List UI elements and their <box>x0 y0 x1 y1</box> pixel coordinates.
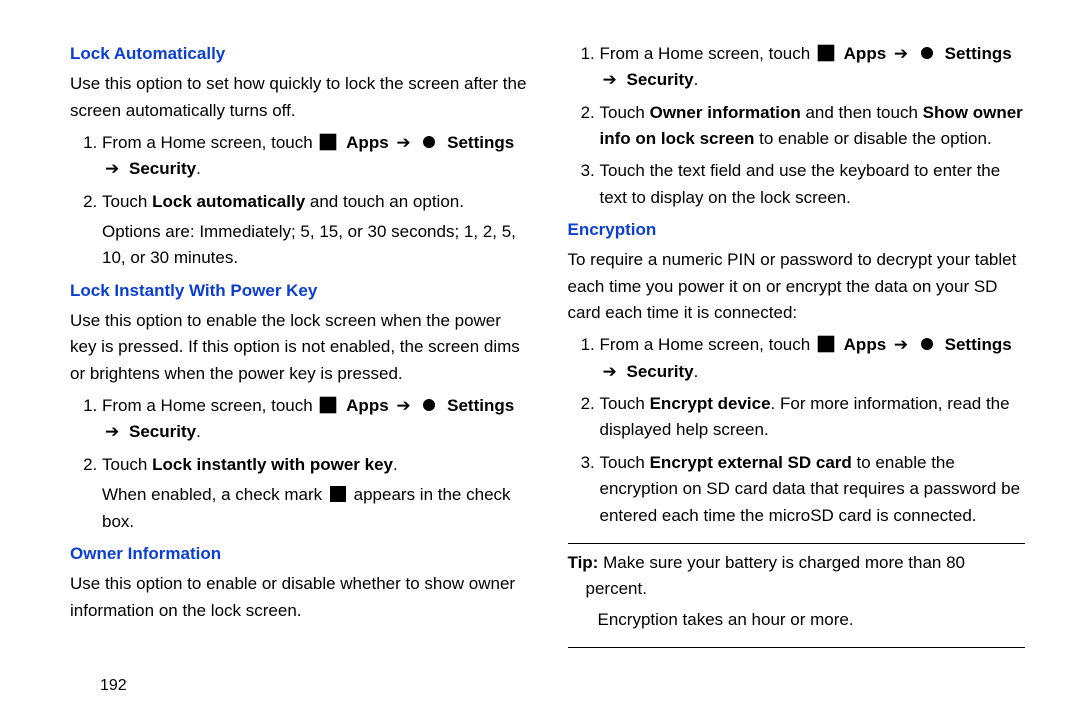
step: From a Home screen, touch Apps ➔ Setting… <box>102 393 528 446</box>
steps-lock-automatically: From a Home screen, touch Apps ➔ Setting… <box>80 130 528 272</box>
intro-lock-automatically: Use this option to set how quickly to lo… <box>70 71 528 124</box>
page-number: 192 <box>100 677 127 695</box>
heading-owner-info: Owner Information <box>70 541 528 567</box>
step: Touch Encrypt external SD card to enable… <box>600 450 1026 529</box>
apps-icon <box>817 335 835 353</box>
apps-icon <box>319 133 337 151</box>
right-column: From a Home screen, touch Apps ➔ Setting… <box>568 35 1026 700</box>
arrow-icon: ➔ <box>105 159 119 178</box>
divider <box>568 543 1026 544</box>
intro-owner-info: Use this option to enable or disable whe… <box>70 571 528 624</box>
arrow-icon: ➔ <box>396 396 410 415</box>
left-column: Lock Automatically Use this option to se… <box>70 35 528 700</box>
step: From a Home screen, touch Apps ➔ Setting… <box>600 41 1026 94</box>
step: Touch Owner information and then touch S… <box>600 100 1026 153</box>
arrow-icon: ➔ <box>105 422 119 441</box>
steps-encryption: From a Home screen, touch Apps ➔ Setting… <box>578 332 1026 528</box>
arrow-icon: ➔ <box>894 44 908 63</box>
gear-icon <box>918 335 936 353</box>
arrow-icon: ➔ <box>894 335 908 354</box>
gear-icon <box>918 44 936 62</box>
heading-lock-instantly: Lock Instantly With Power Key <box>70 278 528 304</box>
checkmark-icon <box>329 485 347 503</box>
apps-icon <box>319 396 337 414</box>
apps-icon <box>817 44 835 62</box>
steps-lock-instantly: From a Home screen, touch Apps ➔ Setting… <box>80 393 528 535</box>
heading-encryption: Encryption <box>568 217 1026 243</box>
step: From a Home screen, touch Apps ➔ Setting… <box>600 332 1026 385</box>
heading-lock-automatically: Lock Automatically <box>70 41 528 67</box>
steps-owner-info: From a Home screen, touch Apps ➔ Setting… <box>578 41 1026 211</box>
arrow-icon: ➔ <box>603 70 617 89</box>
step: Touch Lock automatically and touch an op… <box>102 189 528 272</box>
intro-lock-instantly: Use this option to enable the lock scree… <box>70 308 528 387</box>
gear-icon <box>420 396 438 414</box>
tip-text: Tip: Make sure your battery is charged m… <box>568 550 1026 603</box>
gear-icon <box>420 133 438 151</box>
step: Touch the text field and use the keyboar… <box>600 158 1026 211</box>
step: Touch Encrypt device. For more informati… <box>600 391 1026 444</box>
intro-encryption: To require a numeric PIN or password to … <box>568 247 1026 326</box>
step: Touch Lock instantly with power key. Whe… <box>102 452 528 535</box>
arrow-icon: ➔ <box>603 362 617 381</box>
arrow-icon: ➔ <box>396 133 410 152</box>
tip-text-line2: Encryption takes an hour or more. <box>568 607 1026 633</box>
divider <box>568 647 1026 648</box>
step: From a Home screen, touch Apps ➔ Setting… <box>102 130 528 183</box>
